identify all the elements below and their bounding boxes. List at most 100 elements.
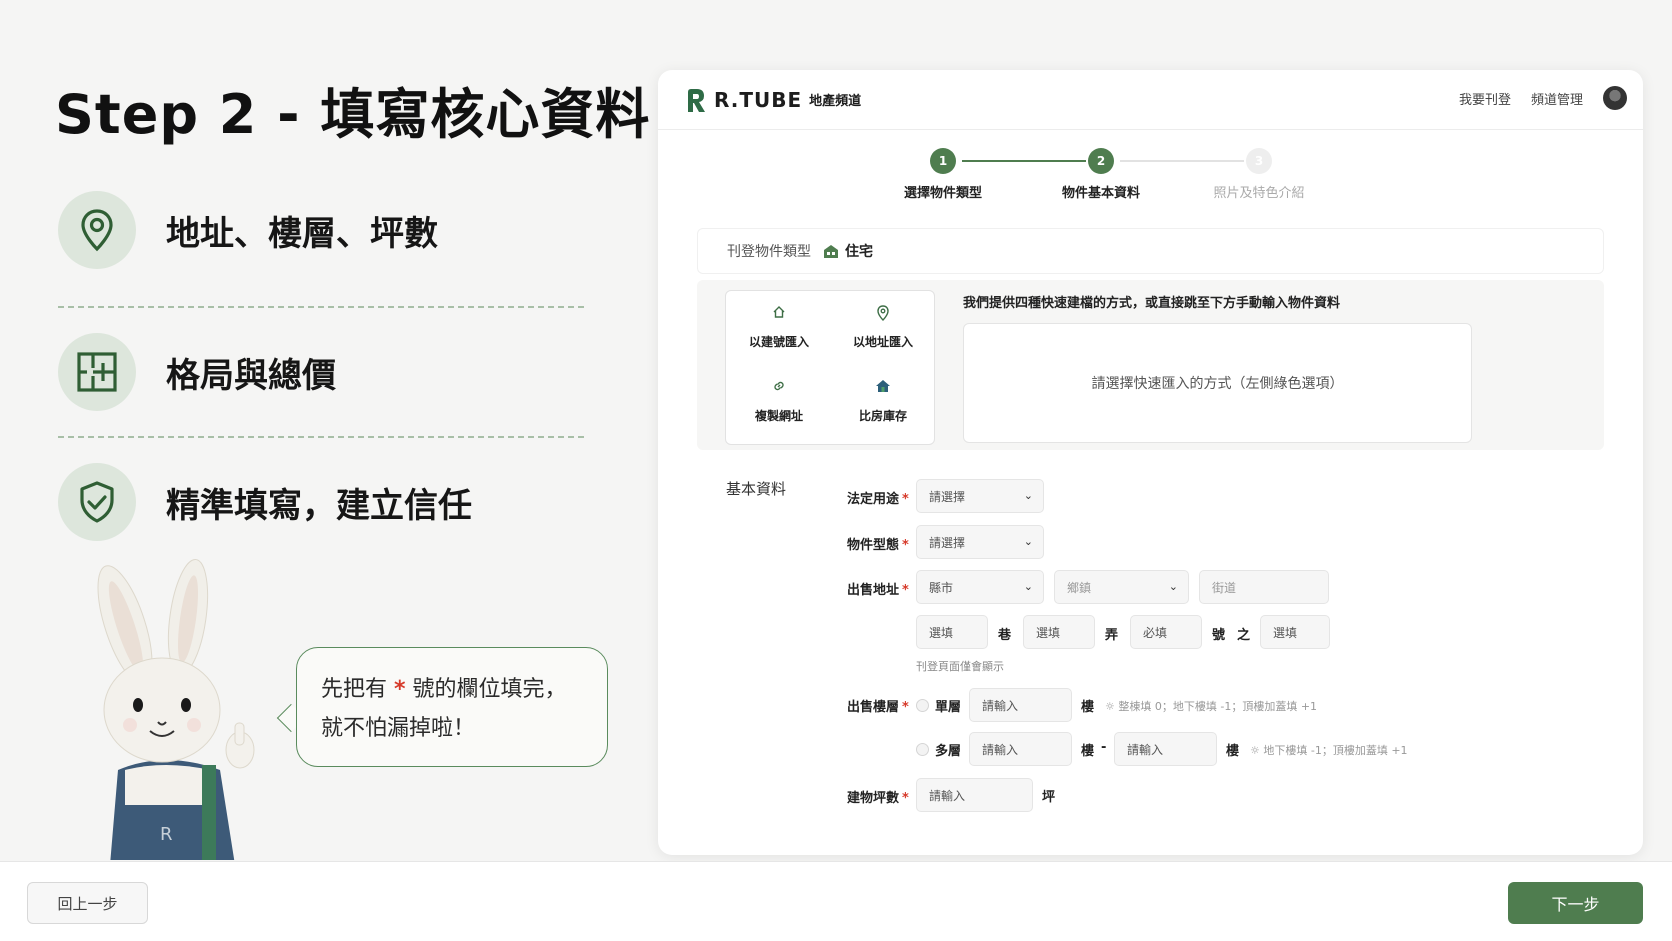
lane-unit: 巷 (998, 628, 1012, 643)
multi-floor-from-input[interactable]: 請輸入 (969, 732, 1072, 766)
floor-label: 出售樓層 * (847, 700, 909, 715)
number-input[interactable]: 必填 (1130, 615, 1202, 649)
quick-import-placeholder: 請選擇快速匯入的方式（左側綠色選項） (963, 323, 1472, 443)
top-bar: R.TUBE 地產頻道 我要刊登 頻道管理 (658, 70, 1643, 130)
basic-info-section: 基本資料 法定用途 * 請選擇 ⌄ 物件型態 * 請選擇 ⌄ 出售地址 * 縣市 ⌄ 鄉鎮 ⌄… (697, 460, 1604, 855)
address-display-note: 刊登頁面僅會顯示 (916, 660, 1004, 673)
bubble-text: 就不怕漏掉啦！ (321, 716, 476, 741)
nav-post-listing[interactable]: 我要刊登 (1459, 89, 1511, 108)
address-label: 出售地址 * (847, 583, 909, 598)
feature-label: 精準填寫，建立信任 (166, 485, 472, 526)
step-3-label: 照片及特色介紹 (1213, 186, 1305, 201)
brand-name: R.TUBE (714, 87, 803, 112)
rabbit-mascot-illustration: R (97, 559, 255, 860)
bubble-text: 先把有 (321, 677, 394, 702)
chevron-down-icon: ⌄ (1023, 489, 1033, 502)
step-1-circle: 1 (930, 148, 956, 174)
divider (58, 306, 584, 308)
single-floor-label: 單層 (935, 700, 962, 715)
single-floor-hint: ☼ 整棟填 0；地下樓填 -1；頂樓加蓋填 +1 (1105, 700, 1318, 713)
feature-address: 地址、樓層、坪數 (58, 191, 438, 269)
footer-bar: 回上一步 下一步 (0, 861, 1672, 941)
listing-type-section: 刊登物件類型 住宅 (697, 228, 1604, 274)
chevron-down-icon: ⌄ (1023, 580, 1033, 593)
shield-check-icon (58, 463, 136, 541)
property-type-select[interactable]: 請選擇 ⌄ (916, 525, 1044, 559)
required-star: * (902, 791, 909, 806)
basic-info-title: 基本資料 (726, 480, 787, 498)
location-icon (831, 305, 935, 327)
sub-number-unit: 之 (1237, 628, 1251, 643)
multi-floor-hint: ☼ 地下樓填 -1；頂樓加蓋填 +1 (1250, 744, 1408, 757)
quick-item-label: 以地址匯入 (852, 335, 913, 349)
page-title: Step 2 - 填寫核心資料 (55, 83, 651, 146)
gear-icon: ☼ (1105, 700, 1119, 713)
property-type-label: 物件型態 * (847, 538, 909, 553)
feature-label: 地址、樓層、坪數 (166, 213, 438, 254)
alley-unit: 弄 (1105, 628, 1119, 643)
quick-import-by-building-number[interactable]: 以建號匯入 (727, 305, 831, 350)
step-1-label: 選擇物件類型 (903, 186, 983, 201)
listing-type-value: 住宅 (845, 244, 873, 260)
street-input[interactable]: 街道 (1199, 570, 1329, 604)
quick-item-label: 以建號匯入 (748, 335, 809, 349)
multi-floor-label: 多層 (935, 744, 962, 759)
feature-layout: 格局與總價 (58, 333, 336, 411)
top-nav: 我要刊登 頻道管理 (1459, 86, 1627, 110)
required-star: * (394, 677, 406, 702)
back-button[interactable]: 回上一步 (27, 882, 148, 924)
number-unit: 號 (1212, 628, 1226, 643)
floor-unit: 樓 (1226, 744, 1240, 759)
bubble-text: 號的欄位填完， (405, 677, 567, 702)
stepper-line (1120, 160, 1244, 162)
floor-plan-icon (58, 333, 136, 411)
chevron-down-icon: ⌄ (1023, 535, 1033, 548)
lane-input[interactable]: 選填 (916, 615, 988, 649)
feature-label: 格局與總價 (166, 355, 336, 396)
quick-import-section: 以建號匯入 以地址匯入 複製網址 比房庫存 我們提供四種快速建檔的方式，或直接跳… (697, 280, 1604, 450)
avatar[interactable] (1603, 86, 1627, 110)
quick-import-copy-url[interactable]: 複製網址 (727, 379, 831, 424)
stepper: 1 2 3 選擇物件類型 物件基本資料 照片及特色介紹 (904, 148, 1348, 208)
brand-subtitle: 地產頻道 (809, 94, 862, 109)
floor-unit: 樓 (1081, 744, 1095, 759)
legal-use-select[interactable]: 請選擇 ⌄ (916, 479, 1044, 513)
quick-item-label: 比房庫存 (858, 409, 907, 423)
building-icon (824, 244, 838, 258)
quick-item-label: 複製網址 (754, 409, 803, 423)
feature-trust: 精準填寫，建立信任 (58, 463, 472, 541)
building-area-label: 建物坪數 * (847, 791, 909, 806)
nav-channel-management[interactable]: 頻道管理 (1531, 89, 1583, 108)
area-unit: 坪 (1042, 790, 1056, 805)
building-area-input[interactable]: 請輸入 (916, 778, 1033, 812)
single-floor-input[interactable]: 請輸入 (969, 688, 1072, 722)
required-star: * (902, 538, 909, 553)
required-star: * (902, 492, 909, 507)
home-icon (727, 305, 831, 327)
multi-floor-radio[interactable] (916, 743, 929, 756)
quick-import-options: 以建號匯入 以地址匯入 複製網址 比房庫存 (725, 290, 935, 445)
app-window: R.TUBE 地產頻道 我要刊登 頻道管理 1 2 3 選擇物件類型 物件基本資… (658, 70, 1643, 855)
quick-import-house-stock[interactable]: 比房庫存 (831, 379, 935, 424)
required-star: * (902, 583, 909, 598)
divider (58, 436, 584, 438)
district-select[interactable]: 鄉鎮 ⌄ (1054, 570, 1189, 604)
step-2-label: 物件基本資料 (1061, 186, 1141, 201)
floor-unit: 樓 (1081, 700, 1095, 715)
city-select[interactable]: 縣市 ⌄ (916, 570, 1044, 604)
quick-import-by-address[interactable]: 以地址匯入 (831, 305, 935, 350)
stepper-line (962, 160, 1086, 162)
listing-type-label: 刊登物件類型 (727, 244, 811, 260)
svg-text:R: R (160, 824, 173, 845)
next-button[interactable]: 下一步 (1508, 882, 1643, 924)
chevron-down-icon: ⌄ (1168, 580, 1178, 593)
multi-floor-to-input[interactable]: 請輸入 (1114, 732, 1217, 766)
sub-number-input[interactable]: 選填 (1260, 615, 1330, 649)
logo[interactable]: R.TUBE 地產頻道 (686, 88, 861, 112)
map-pin-icon (58, 191, 136, 269)
alley-input[interactable]: 選填 (1023, 615, 1095, 649)
single-floor-radio[interactable] (916, 699, 929, 712)
r-logo-icon (688, 88, 705, 112)
quick-import-note: 我們提供四種快速建檔的方式，或直接跳至下方手動輸入物件資料 (963, 296, 1341, 311)
gear-icon: ☼ (1250, 744, 1264, 757)
